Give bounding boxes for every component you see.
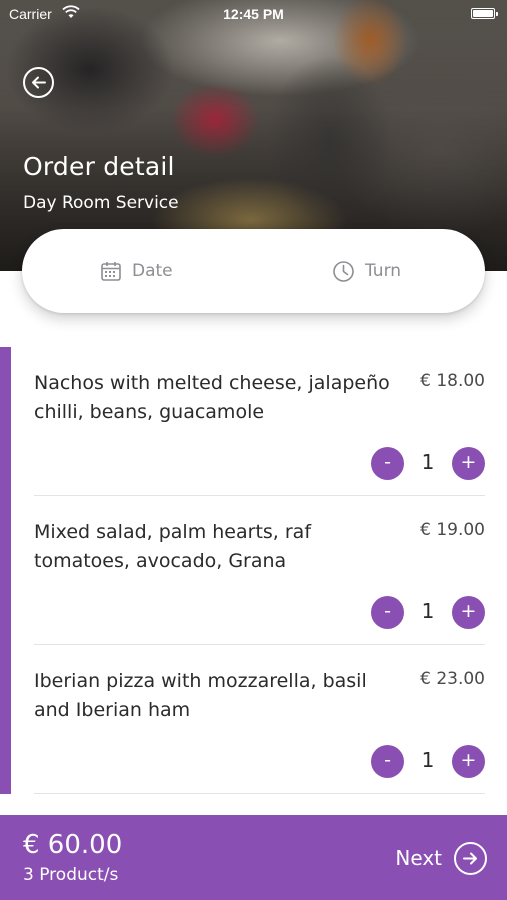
item-accent-bar <box>0 347 11 496</box>
item-accent-bar <box>0 645 11 794</box>
decrease-button[interactable]: - <box>371 745 404 778</box>
clock-icon <box>333 260 354 282</box>
quantity-stepper: - 1 + <box>371 447 485 480</box>
date-label: Date <box>132 261 173 281</box>
back-button[interactable] <box>23 67 54 98</box>
increase-button[interactable]: + <box>452 596 485 629</box>
list-item: Nachos with melted cheese, jalapeño chil… <box>0 347 507 496</box>
arrow-right-icon <box>454 841 487 875</box>
decrease-button[interactable]: - <box>371 596 404 629</box>
status-bar: Carrier 12:45 PM <box>0 0 507 28</box>
order-items-list: Nachos with melted cheese, jalapeño chil… <box>0 347 507 794</box>
list-item: Iberian pizza with mozzarella, basil and… <box>0 645 507 794</box>
item-price: € 19.00 <box>420 520 485 540</box>
item-name: Mixed salad, palm hearts, raf tomatoes, … <box>34 521 312 572</box>
date-selector[interactable]: Date <box>100 229 173 313</box>
divider <box>34 793 485 794</box>
quantity-stepper: - 1 + <box>371 745 485 778</box>
item-name: Iberian pizza with mozzarella, basil and… <box>34 670 367 721</box>
item-name: Nachos with melted cheese, jalapeño chil… <box>34 372 390 423</box>
quantity-value: 1 <box>421 599 435 623</box>
turn-selector[interactable]: Turn <box>332 229 401 313</box>
date-turn-selector: Date Turn <box>22 229 485 313</box>
arrow-left-icon <box>32 76 46 89</box>
quantity-value: 1 <box>421 450 435 474</box>
next-label: Next <box>395 846 442 870</box>
page-title: Order detail <box>23 152 175 181</box>
item-price: € 18.00 <box>420 371 485 391</box>
calendar-icon <box>101 262 121 281</box>
product-count: 3 Product/s <box>23 865 119 885</box>
battery-icon <box>471 8 498 19</box>
quantity-value: 1 <box>421 748 435 772</box>
item-accent-bar <box>0 496 11 645</box>
next-button[interactable]: Next <box>395 841 487 875</box>
page-subtitle: Day Room Service <box>23 193 179 213</box>
item-price: € 23.00 <box>420 669 485 689</box>
increase-button[interactable]: + <box>452 745 485 778</box>
list-item: Mixed salad, palm hearts, raf tomatoes, … <box>0 496 507 645</box>
decrease-button[interactable]: - <box>371 447 404 480</box>
order-total: € 60.00 <box>23 830 123 860</box>
increase-button[interactable]: + <box>452 447 485 480</box>
turn-label: Turn <box>365 261 402 281</box>
quantity-stepper: - 1 + <box>371 596 485 629</box>
clock-time: 12:45 PM <box>223 6 284 22</box>
order-summary-bar: € 60.00 3 Product/s Next <box>0 815 507 900</box>
